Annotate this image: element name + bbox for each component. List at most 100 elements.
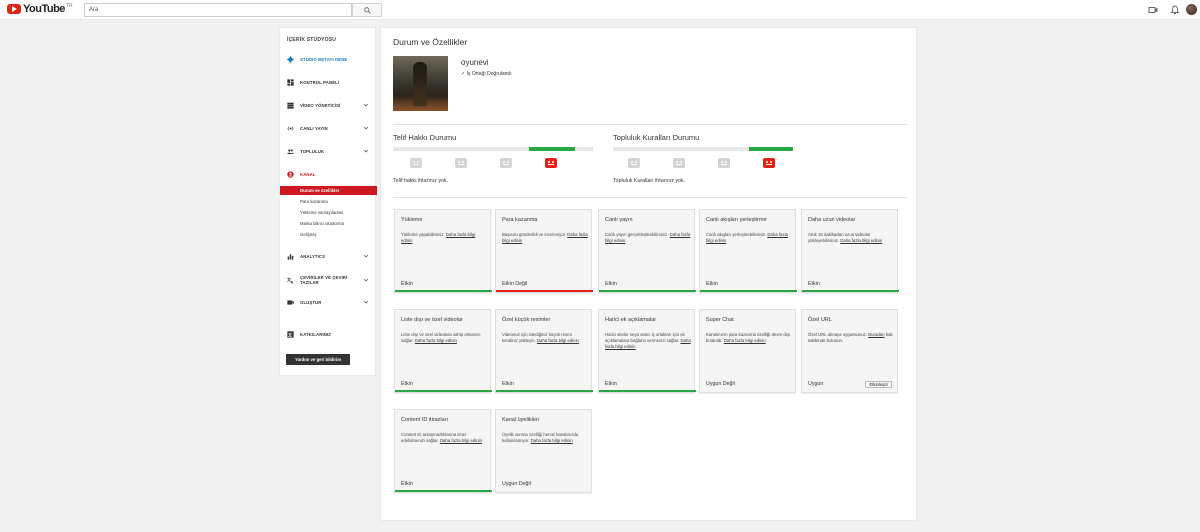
contributions-icon: 文 [287, 331, 294, 338]
feature-card-upload: Yükleme Yükleme yapabilirsiniz. Daha faz… [394, 209, 492, 293]
feature-card-live: Canlı yayın Canlı yayın gerçekleştirebil… [598, 209, 696, 293]
sidebar-item-studio-beta[interactable]: STUDIO BETAYI DENE [280, 54, 377, 64]
sidebar-item-community[interactable]: TOPLULUK [280, 146, 377, 156]
community-status-fill [749, 147, 793, 151]
learn-more-link[interactable]: Daha fazla bilgi edinin [724, 338, 766, 343]
sidebar: İÇERİK STÜDYOSU STUDIO BETAYI DENE KONTR… [279, 27, 377, 376]
card-title: Yükleme [401, 217, 423, 223]
community-status-title: Topluluk Kuralları Durumu [613, 133, 700, 142]
live-icon [287, 125, 294, 132]
status-face-icon [455, 158, 467, 168]
sidebar-item-label: CANLI YAYIN [300, 125, 328, 131]
card-status: Etkin [401, 481, 413, 487]
channel-thumbnail[interactable] [393, 56, 448, 111]
card-title: Content ID itirazları [401, 417, 449, 423]
card-desc: Artık 15 dakikadan uzun videolar yükleye… [808, 232, 894, 244]
chevron-down-icon[interactable] [363, 125, 369, 131]
chevron-down-icon[interactable] [363, 277, 369, 283]
dashboard-icon [287, 78, 294, 86]
page-title: Durum ve Özellikler [393, 37, 468, 47]
sidebar-subitem-monetization[interactable]: Para kazanma [280, 197, 377, 206]
search-input[interactable]: Ara [84, 3, 352, 17]
play-logo-icon [7, 4, 21, 14]
chevron-down-icon[interactable] [363, 102, 369, 108]
card-title: Kanal üyelikleri [502, 417, 539, 423]
learn-more-link[interactable]: Daha fazla bilgi edinin [440, 438, 482, 443]
channel-icon [287, 170, 294, 178]
sidebar-subitem-status-features[interactable]: Durum ve özellikler [280, 186, 377, 195]
feature-card-content-id-appeals: Content ID itirazları Content ID anlaşma… [394, 409, 492, 493]
card-title: Daha uzun videolar [808, 217, 856, 223]
feature-card-unlisted-private: Liste dışı ve özel videolar Liste dışı v… [394, 309, 492, 393]
card-status: Etkin [605, 381, 617, 387]
masthead: YouTube TR Ara [0, 0, 1200, 20]
sidebar-item-dashboard[interactable]: KONTROL PANELİ [280, 77, 377, 87]
sidebar-item-create[interactable]: OLUŞTUR [280, 297, 377, 307]
learn-more-link[interactable]: Daha fazla bilgi edinin [537, 338, 579, 343]
logo-region: TR [65, 3, 73, 9]
sidebar-item-contributions[interactable]: 文 KATKILARINIZ [280, 329, 377, 339]
svg-text:A: A [291, 280, 294, 283]
search-button[interactable] [352, 3, 382, 17]
card-desc-text: Harici siteler veya satıcı iş ortakları … [605, 332, 685, 343]
sidebar-item-label: OLUŞTUR [300, 299, 322, 305]
card-title: Para kazanma [502, 217, 538, 223]
upload-video-icon[interactable] [1148, 5, 1158, 15]
copyright-status-fill [529, 147, 575, 151]
card-status-bar [395, 390, 492, 392]
sidebar-item-label: KATKILARINIZ [300, 331, 331, 337]
card-title: Özel küçük resimler [502, 317, 551, 323]
main-panel: Durum ve Özellikler oyunevi ✓ İş Ortağı … [380, 27, 917, 521]
card-desc: Harici siteler veya satıcı iş ortakları … [605, 332, 691, 350]
card-desc: Özel URL almaya uygunsunuz. Buradan hak … [808, 332, 894, 344]
card-title: Canlı yayın [605, 217, 633, 223]
status-face-icon [628, 158, 640, 168]
card-desc: Kanalınızın para kazanma özelliği devre … [706, 332, 792, 344]
sidebar-item-label: ANALYTICS [300, 253, 326, 259]
learn-more-link[interactable]: Daha fazla bilgi edinin [840, 238, 882, 243]
card-desc: Üyelik sunma özelliği henüz kanalınızda … [502, 432, 588, 444]
card-desc: Canlı yayın gerçekleştirebilirsiniz. Dah… [605, 232, 691, 244]
feature-card-custom-thumbnails: Özel küçük resimler Videonuz için istedi… [495, 309, 593, 393]
status-face-icon [673, 158, 685, 168]
enable-button[interactable]: Etkinleştir [865, 381, 892, 388]
translate-icon: 文A [287, 277, 294, 284]
partner-verified-label: ✓ İş Ortağı Doğrulandı [461, 71, 512, 77]
status-face-icon [718, 158, 730, 168]
learn-more-link[interactable]: Daha fazla bilgi edinin [415, 338, 457, 343]
card-status-bar [395, 290, 492, 292]
youtube-logo[interactable]: YouTube TR [7, 3, 73, 15]
status-face-icon [410, 158, 422, 168]
logo-text: YouTube [23, 3, 65, 15]
sidebar-subitem-advanced[interactable]: Gelişmiş [280, 230, 377, 239]
copyright-status: Telif Hakkı Durumu Telif hakkı ihtarınız… [393, 133, 598, 184]
card-desc-text: Başvuru gönderildi ve inceleniyor. [502, 232, 568, 237]
chevron-down-icon[interactable] [363, 148, 369, 154]
card-desc: Yükleme yapabilirsiniz. Daha fazla bilgi… [401, 232, 487, 244]
sidebar-item-label: STUDIO BETAYI DENE [300, 56, 348, 62]
sidebar-item-video-manager[interactable]: VİDEO YÖNETİCİSİ [280, 100, 377, 110]
sidebar-subitem-branding[interactable]: Marka bilinci oluşturma [280, 219, 377, 228]
avatar[interactable] [1186, 4, 1197, 15]
channel-name[interactable]: oyunevi [461, 58, 489, 67]
help-feedback-button[interactable]: Yardım ve geri bildirim [286, 354, 350, 365]
card-status: Etkin [502, 381, 514, 387]
sidebar-subitem-upload-defaults[interactable]: Yükleme varsayılanları [280, 208, 377, 217]
feature-card-custom-url: Özel URL Özel URL almaya uygunsunuz. Bur… [801, 309, 898, 393]
sidebar-item-channel[interactable]: KANAL [280, 169, 377, 179]
sidebar-item-translations[interactable]: 文A ÇEVİRİLER VE ÇEVİRİ TAZILAR [280, 274, 377, 286]
learn-more-link[interactable]: Daha fazla bilgi edinin [531, 438, 573, 443]
sidebar-item-live[interactable]: CANLI YAYIN [280, 123, 377, 133]
card-status-bar [700, 290, 797, 292]
card-desc-text: Canlı yayın gerçekleştirebilirsiniz. [605, 232, 670, 237]
chevron-down-icon[interactable] [363, 299, 369, 305]
card-desc: Liste dışı ve özel videolara sahip olman… [401, 332, 487, 344]
sidebar-item-analytics[interactable]: ANALYTICS [280, 251, 377, 261]
notifications-icon[interactable] [1170, 5, 1180, 15]
chevron-down-icon[interactable] [363, 253, 369, 259]
gear-icon [287, 55, 294, 63]
card-status: Etkin [808, 281, 820, 287]
claim-here-link[interactable]: Buradan [868, 332, 884, 337]
copyright-status-title: Telif Hakkı Durumu [393, 133, 457, 142]
card-status-bar [599, 390, 696, 392]
